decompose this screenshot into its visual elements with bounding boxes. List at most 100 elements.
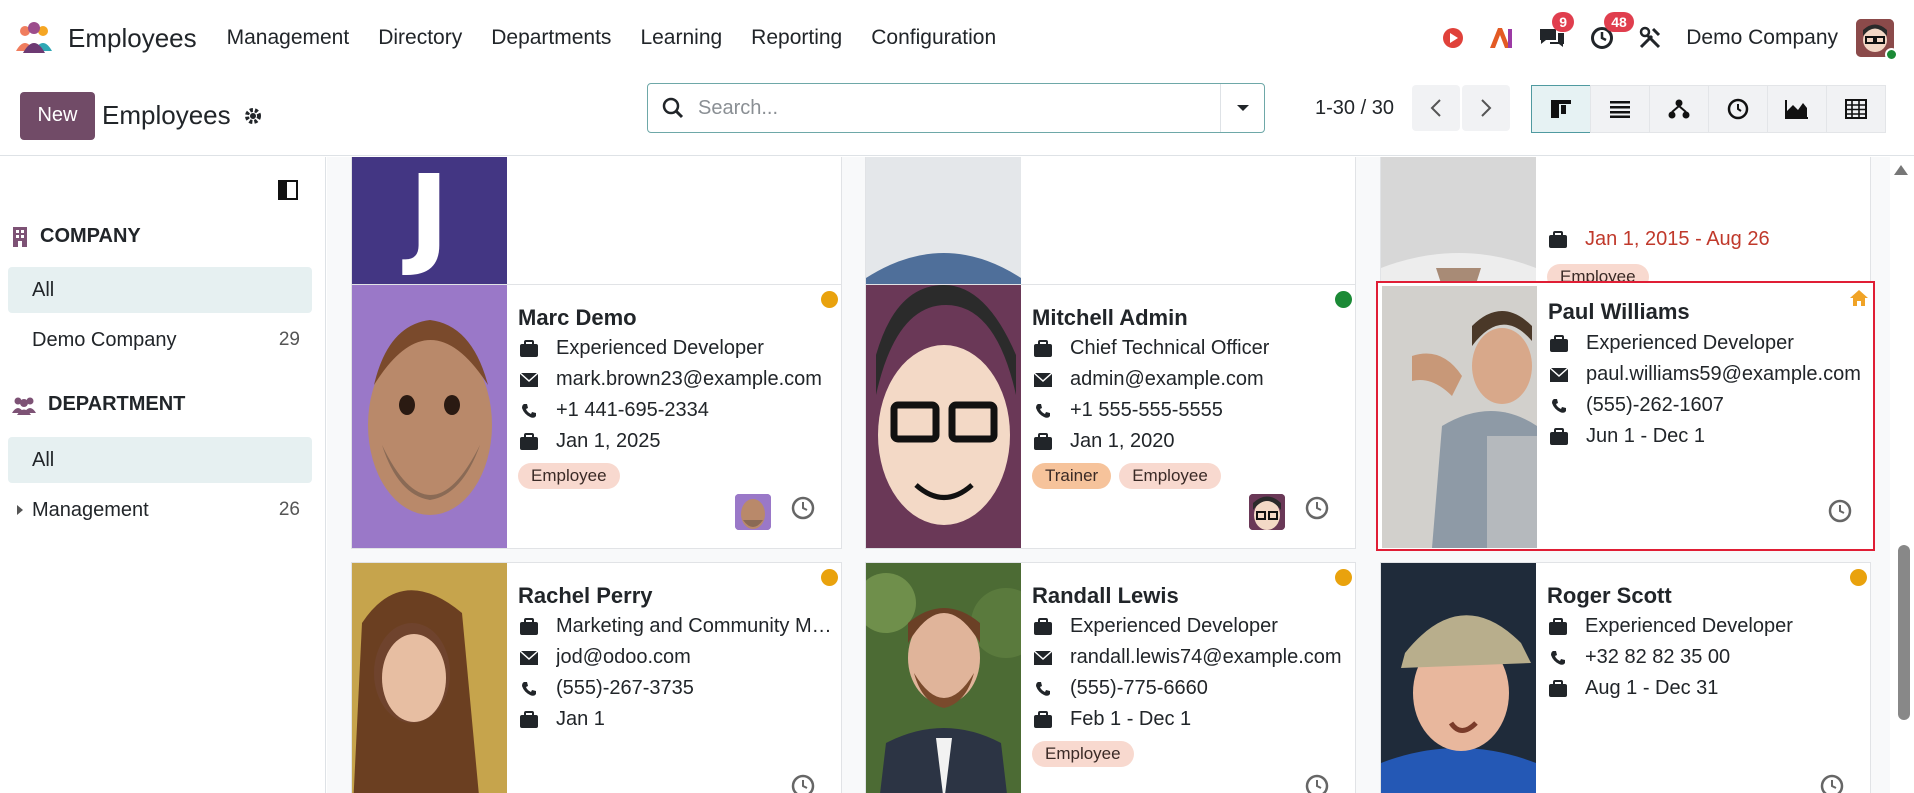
- menu-reporting[interactable]: Reporting: [751, 26, 842, 50]
- employee-email-row: admin@example.com: [1032, 368, 1350, 391]
- sidebar-toggle-icon[interactable]: [277, 179, 299, 206]
- pager-value[interactable]: 1-30 / 30: [1315, 90, 1394, 126]
- employee-photo: [352, 563, 507, 793]
- tag-trainer: Trainer: [1032, 463, 1112, 489]
- ai-icon[interactable]: [1488, 26, 1514, 50]
- pager-next-button[interactable]: [1462, 85, 1510, 131]
- activity-clock-icon[interactable]: [1304, 773, 1330, 793]
- employee-photo: [1381, 563, 1536, 793]
- employee-date-row: Aug 1 - Dec 31: [1547, 677, 1865, 700]
- activities-badge: 48: [1604, 12, 1634, 32]
- employee-job-row: Experienced Developer: [1548, 332, 1866, 355]
- scroll-up-arrow[interactable]: [1894, 165, 1908, 175]
- graph-view-button[interactable]: [1767, 85, 1827, 133]
- tag-employee: Employee: [1119, 463, 1221, 489]
- briefcase-icon: [1032, 710, 1054, 729]
- chevron-left-icon: [1430, 99, 1441, 117]
- main-menu: Management Directory Departments Learnin…: [227, 26, 1026, 50]
- employee-date-row: Feb 1 - Dec 1: [1032, 708, 1350, 731]
- employee-date-row: Jan 1, 2015 - Aug 26: [1547, 228, 1865, 251]
- home-work-icon: [1849, 289, 1869, 312]
- tools-icon[interactable]: [1638, 26, 1662, 50]
- activity-clock-icon[interactable]: [790, 773, 816, 793]
- employee-name: Paul Williams: [1548, 299, 1690, 324]
- employee-name: Randall Lewis: [1032, 583, 1179, 608]
- menu-learning[interactable]: Learning: [640, 26, 722, 50]
- list-view-button[interactable]: [1590, 85, 1650, 133]
- pivot-view-button[interactable]: [1826, 85, 1886, 133]
- tag-employee: Employee: [1032, 741, 1134, 767]
- employee-photo: [1382, 286, 1537, 548]
- activities-icon[interactable]: 48: [1590, 12, 1634, 50]
- employee-card-roger-scott[interactable]: Roger Scott Experienced Developer +32 82…: [1380, 562, 1871, 793]
- sidebar-item-department-all[interactable]: All: [8, 437, 312, 483]
- envelope-icon: [1548, 366, 1570, 383]
- messages-icon[interactable]: 9: [1538, 12, 1575, 50]
- employee-email-row: jod@odoo.com: [518, 646, 836, 669]
- briefcase-icon: [1032, 339, 1054, 358]
- employee-phone-row: (555)-775-6660: [1032, 677, 1350, 700]
- menu-management[interactable]: Management: [227, 26, 350, 50]
- employee-job-row: Marketing and Community Manager: [518, 615, 836, 638]
- briefcase-icon: [1548, 334, 1570, 353]
- navbar: Employees Management Directory Departmen…: [0, 0, 1914, 76]
- kanban-view-button[interactable]: [1531, 85, 1591, 133]
- briefcase-icon: [1032, 432, 1054, 451]
- employee-phone-row: (555)-267-3735: [518, 677, 836, 700]
- employee-email-row: paul.williams59@example.com: [1548, 363, 1866, 386]
- breadcrumb: Employees: [102, 100, 231, 130]
- employee-name: Mitchell Admin: [1032, 305, 1188, 330]
- gear-icon[interactable]: [243, 106, 263, 126]
- menu-configuration[interactable]: Configuration: [871, 26, 996, 50]
- pager-previous-button[interactable]: [1412, 85, 1460, 131]
- sidebar-item-management[interactable]: Management 26: [8, 487, 312, 533]
- envelope-icon: [1032, 371, 1054, 388]
- employee-date-row: Jan 1, 2020: [1032, 430, 1350, 453]
- employee-card-paul-williams[interactable]: Paul Williams Experienced Developer paul…: [1376, 281, 1875, 551]
- scrollbar-thumb[interactable]: [1898, 545, 1910, 720]
- employee-phone-row: +1 441-695-2334: [518, 399, 836, 422]
- manager-avatar[interactable]: [1249, 494, 1285, 530]
- employee-phone-row: +32 82 82 35 00: [1547, 646, 1865, 669]
- sidebar-item-demo-company[interactable]: Demo Company 29: [8, 317, 312, 363]
- search-icon: [662, 97, 684, 119]
- employee-card-rachel-perry[interactable]: Rachel Perry Marketing and Community Man…: [351, 562, 842, 793]
- activity-view-button[interactable]: [1708, 85, 1768, 133]
- menu-directory[interactable]: Directory: [378, 26, 462, 50]
- search-options-toggle[interactable]: [1220, 84, 1264, 132]
- company-switcher[interactable]: Demo Company: [1686, 26, 1838, 50]
- envelope-icon: [518, 371, 540, 388]
- presence-online-dot: [1335, 291, 1352, 308]
- employee-job-row: Experienced Developer: [1032, 615, 1350, 638]
- employee-tags: Employee: [1032, 741, 1142, 767]
- activity-clock-icon[interactable]: [1827, 498, 1853, 529]
- employee-email-row: randall.lewis74@example.com: [1032, 646, 1350, 669]
- record-icon[interactable]: [1442, 27, 1464, 49]
- employee-card-marc-demo[interactable]: Marc Demo Experienced Developer mark.bro…: [351, 284, 842, 549]
- hierarchy-icon: [1668, 99, 1690, 119]
- search-input[interactable]: [698, 96, 1220, 120]
- users-icon: [12, 397, 36, 415]
- hierarchy-view-button[interactable]: [1649, 85, 1709, 133]
- building-icon: [13, 226, 27, 247]
- employee-card-randall-lewis[interactable]: Randall Lewis Experienced Developer rand…: [865, 562, 1356, 793]
- new-button[interactable]: New: [20, 91, 95, 140]
- kanban-view: J J Jan 1, 2015 - Aug 26 Employee Marc D…: [327, 157, 1914, 793]
- app-brand[interactable]: Employees: [14, 0, 197, 76]
- activity-clock-icon[interactable]: [1304, 495, 1330, 526]
- employee-card-mitchell-admin[interactable]: Mitchell Admin Chief Technical Officer a…: [865, 284, 1356, 549]
- user-avatar[interactable]: [1856, 19, 1898, 61]
- sidebar-item-company-all[interactable]: All: [8, 267, 312, 313]
- area-chart-icon: [1785, 100, 1808, 119]
- control-panel: New Employees 1-30 / 30: [0, 76, 1914, 156]
- caret-right-icon[interactable]: [16, 504, 24, 516]
- activity-clock-icon[interactable]: [790, 495, 816, 526]
- list-icon: [1610, 101, 1630, 118]
- manager-avatar[interactable]: [735, 494, 771, 530]
- employee-photo: [866, 563, 1021, 793]
- menu-departments[interactable]: Departments: [491, 26, 611, 50]
- svg-text:J: J: [402, 157, 450, 279]
- app-title: Employees: [68, 22, 197, 53]
- activity-clock-icon[interactable]: [1819, 773, 1845, 793]
- chevron-right-icon: [1481, 99, 1492, 117]
